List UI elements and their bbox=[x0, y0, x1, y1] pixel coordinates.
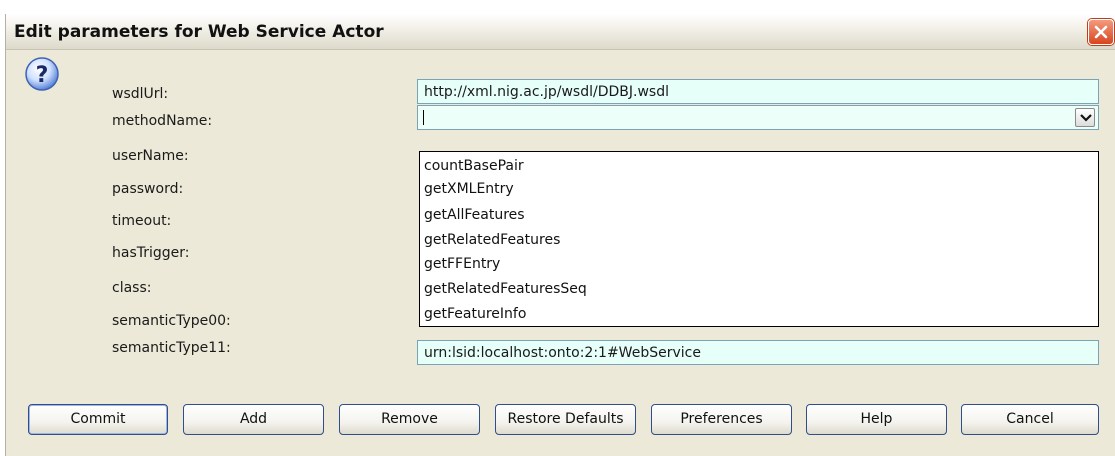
close-button[interactable] bbox=[1088, 19, 1114, 45]
label-username: userName: bbox=[112, 148, 189, 164]
label-semantictype00: semanticType00: bbox=[112, 313, 231, 329]
question-icon: ? bbox=[24, 56, 60, 92]
label-password: password: bbox=[112, 181, 184, 197]
commit-button[interactable]: Commit bbox=[28, 404, 168, 435]
label-hastrigger: hasTrigger: bbox=[112, 245, 190, 261]
dropdown-option[interactable]: getFeatureInfo bbox=[424, 306, 526, 322]
dropdown-option[interactable]: getFFEntry bbox=[424, 256, 500, 272]
close-icon bbox=[1094, 25, 1108, 39]
add-button[interactable]: Add bbox=[183, 404, 324, 435]
cancel-button[interactable]: Cancel bbox=[961, 404, 1099, 435]
label-semantictype11: semanticType11: bbox=[112, 340, 231, 356]
remove-button[interactable]: Remove bbox=[339, 404, 480, 435]
dropdown-option[interactable]: getRelatedFeatures bbox=[424, 232, 560, 248]
wsdlurl-field[interactable]: http://xml.nig.ac.jp/wsdl/DDBJ.wsdl bbox=[417, 79, 1099, 104]
methodname-dropdown-list: countBasePair getXMLEntry getAllFeatures… bbox=[419, 151, 1099, 327]
window-title: Edit parameters for Web Service Actor bbox=[14, 22, 384, 42]
dropdown-option[interactable]: getRelatedFeaturesSeq bbox=[424, 281, 587, 297]
dropdown-option[interactable]: getXMLEntry bbox=[424, 181, 514, 197]
restore-defaults-button[interactable]: Restore Defaults bbox=[495, 404, 636, 435]
title-bar[interactable]: Edit parameters for Web Service Actor bbox=[6, 14, 1115, 50]
label-class: class: bbox=[112, 280, 152, 296]
methodname-dropdown-button[interactable] bbox=[1075, 108, 1095, 127]
methodname-combobox[interactable] bbox=[417, 105, 1099, 130]
semantictype11-field[interactable]: urn:lsid:localhost:onto:2:1#WebService bbox=[417, 340, 1099, 365]
label-methodname: methodName: bbox=[112, 113, 213, 129]
label-timeout: timeout: bbox=[112, 213, 172, 229]
preferences-button[interactable]: Preferences bbox=[651, 404, 792, 435]
chevron-down-icon bbox=[1080, 114, 1092, 122]
help-button[interactable]: Help bbox=[806, 404, 947, 435]
svg-text:?: ? bbox=[36, 63, 49, 88]
label-wsdlurl: wsdlUrl: bbox=[112, 86, 169, 102]
dropdown-option[interactable]: countBasePair bbox=[424, 158, 524, 174]
dropdown-option[interactable]: getAllFeatures bbox=[424, 207, 525, 223]
text-caret bbox=[423, 110, 424, 125]
